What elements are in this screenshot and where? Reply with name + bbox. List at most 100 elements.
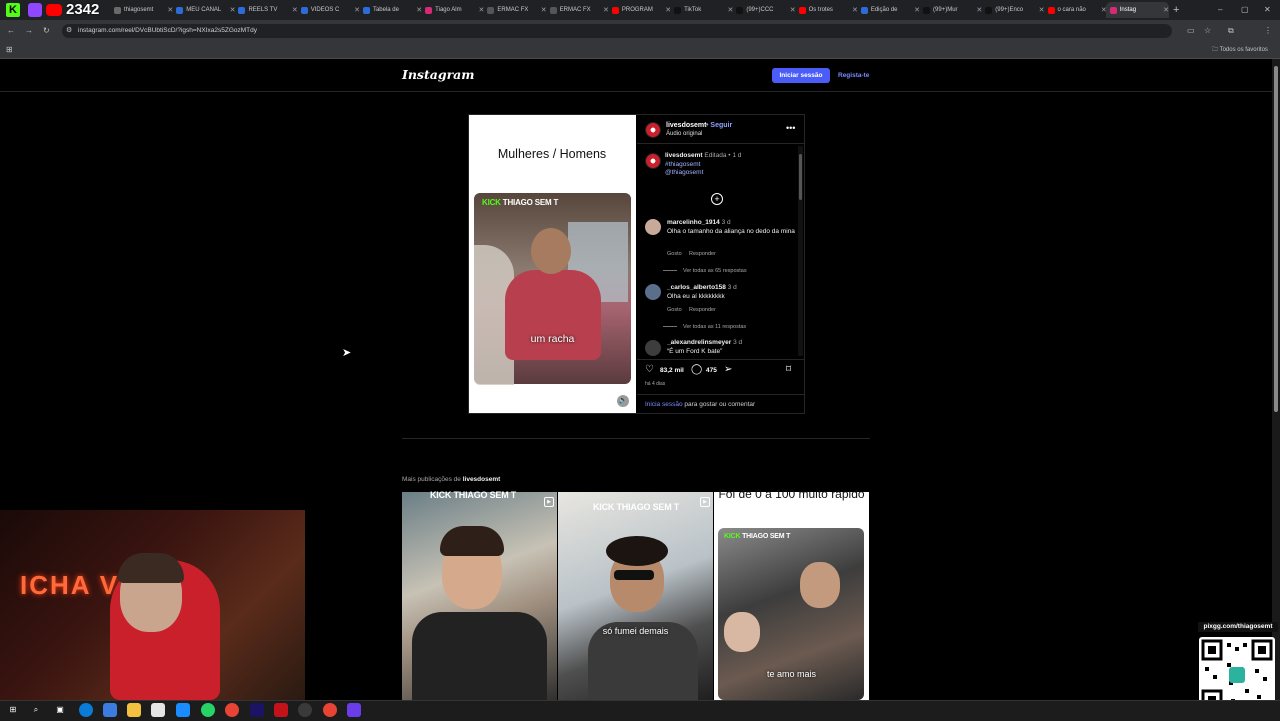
thumb-watermark: KICK THIAGO SEM T [593, 502, 680, 512]
chrome-icon[interactable] [225, 703, 239, 717]
back-icon[interactable]: ← [7, 26, 15, 36]
forward-icon[interactable]: → [25, 26, 33, 36]
store-icon[interactable] [151, 703, 165, 717]
tab-label: REELS TV [248, 7, 278, 13]
search-icon[interactable]: ⌕ [29, 703, 43, 717]
all-bookmarks-button[interactable]: 🗀 Todos os favoritos [1212, 45, 1268, 55]
edge-icon[interactable] [79, 703, 93, 717]
more-posts-user[interactable]: livesdosemt [463, 476, 501, 483]
tab-favicon-icon [1109, 6, 1117, 14]
browser-tab[interactable]: TikTok ✕ [670, 2, 733, 18]
more-post-thumbnail[interactable] [402, 492, 557, 700]
tab-favicon-icon [425, 6, 433, 14]
twitch-logo-icon [28, 3, 42, 17]
tab-favicon-icon [114, 6, 121, 14]
tab-label: ERMAC FX [559, 7, 591, 13]
vivaldi-icon[interactable] [274, 703, 288, 717]
browser-tab[interactable]: PROGRAM ✕ [608, 2, 671, 18]
browser-tab[interactable]: (99+)CCC ✕ [732, 2, 796, 18]
browser-tab[interactable]: Edição de ✕ [857, 2, 920, 18]
page-scrollbar-thumb[interactable] [1274, 66, 1278, 412]
instagram-header [0, 59, 1272, 92]
browser-tab[interactable]: REELS TV ✕ [234, 2, 298, 18]
minimize-icon[interactable]: – [1218, 5, 1222, 15]
task-view-icon[interactable]: ▣ [53, 703, 67, 717]
app-grid-icon[interactable] [347, 703, 361, 717]
apps-grid-icon[interactable]: ⊞ [6, 45, 13, 55]
chrome-active-icon[interactable] [323, 703, 337, 717]
kick-channel: THIAGO SEM T [742, 533, 791, 540]
tab-favicon-icon [549, 6, 557, 14]
thumb-title: Foi de 0 a 100 muito rápido [718, 487, 865, 501]
tab-close-icon[interactable]: ✕ [1163, 6, 1169, 14]
browser-tab[interactable]: thiagosemt ✕ [110, 2, 173, 18]
tab-favicon-icon [1047, 6, 1055, 14]
browser-tab[interactable]: o cara não ✕ [1044, 2, 1107, 18]
menu-kebab-icon[interactable]: ⋮ [1264, 26, 1272, 36]
more-post-thumbnail[interactable] [558, 492, 713, 700]
browser-tab[interactable]: (99+)Mur ✕ [919, 2, 982, 18]
app-icon[interactable] [103, 703, 117, 717]
browser-tab[interactable]: Instag ✕ [1105, 2, 1169, 18]
premiere-icon[interactable] [250, 703, 264, 717]
tab-label: Edição de [870, 7, 898, 13]
tab-favicon-icon [860, 6, 868, 14]
windows-start-icon[interactable]: ⊞ [6, 703, 20, 717]
reload-icon[interactable]: ↻ [43, 26, 50, 36]
site-info-icon[interactable]: ⚙ [66, 26, 72, 36]
tab-label: VIDEOS C [310, 7, 340, 13]
tab-favicon-icon [985, 6, 993, 14]
bookmark-star-icon[interactable]: ☆ [1204, 26, 1211, 36]
browser-tab[interactable]: Tabela de ✕ [359, 2, 422, 18]
tab-label: Instag [1119, 7, 1137, 13]
tab-label: ERMAC FX [497, 7, 529, 13]
browser-tab[interactable]: Tiago Alm ✕ [421, 2, 484, 18]
tab-label: (99+)Mur [933, 7, 958, 13]
section-divider [402, 438, 870, 439]
new-tab-icon[interactable]: + [1173, 5, 1179, 16]
thumb-watermark: KICK THIAGO SEM T [724, 533, 790, 540]
tab-favicon-icon [736, 6, 744, 14]
whatsapp-icon[interactable] [201, 703, 215, 717]
reel-icon: ▶ [700, 497, 710, 507]
windows-taskbar [0, 700, 1280, 721]
webcam-person-hair [118, 553, 184, 583]
mail-icon[interactable] [176, 703, 190, 717]
close-window-icon[interactable]: ✕ [1264, 5, 1271, 15]
signup-link[interactable]: Regista-te [838, 68, 869, 83]
reel-icon: ▶ [544, 497, 554, 507]
tab-favicon-icon [674, 6, 682, 14]
pix-donation-label: pixgg.com/thiagosemt [1198, 622, 1278, 632]
browser-tab[interactable]: (99+)Enco ✕ [981, 2, 1045, 18]
browser-tab[interactable]: VIDEOS C ✕ [297, 2, 360, 18]
tab-favicon-icon [362, 6, 370, 14]
tab-favicon-icon [300, 6, 308, 14]
browser-tab[interactable]: ERMAC FX ✕ [546, 2, 609, 18]
tab-favicon-icon [487, 6, 495, 14]
tab-label: TikTok [684, 7, 702, 13]
obs-icon[interactable] [298, 703, 312, 717]
bookmarks-bar [0, 42, 1280, 59]
tab-favicon-icon [611, 6, 619, 14]
tab-label: thiagosemt [124, 7, 154, 13]
browser-tab[interactable]: MEU CANAL ✕ [172, 2, 235, 18]
browser-tab[interactable]: Os trotes ✕ [795, 2, 858, 18]
more-posts-heading: Mais publicações de livesdosemt [402, 476, 500, 483]
instagram-logo[interactable]: Instagram [402, 67, 475, 82]
extensions-icon[interactable]: ⧉ [1228, 26, 1234, 36]
browser-tab[interactable]: ERMAC FX ✕ [483, 2, 547, 18]
youtube-logo-icon [46, 4, 62, 16]
url-field[interactable]: instagram.com/reel/DVcBUbtiScD/?igsh=NXI… [62, 24, 1172, 38]
tab-favicon-icon [238, 6, 246, 14]
tab-label: Tiago Alm [435, 7, 462, 13]
file-explorer-icon[interactable] [127, 703, 141, 717]
thumb-caption: só fumei demais [602, 626, 669, 636]
login-button[interactable]: Iniciar sessão [772, 68, 830, 83]
kick-word: KICK [724, 533, 741, 540]
post-frame [468, 114, 805, 414]
tab-label: MEU CANAL [186, 7, 222, 13]
thumb-watermark: KICK THIAGO SEM T [430, 490, 517, 500]
cast-icon[interactable]: ▭ [1187, 26, 1195, 36]
tab-label: (99+)CCC [746, 7, 774, 13]
maximize-icon[interactable]: ▢ [1241, 5, 1249, 15]
